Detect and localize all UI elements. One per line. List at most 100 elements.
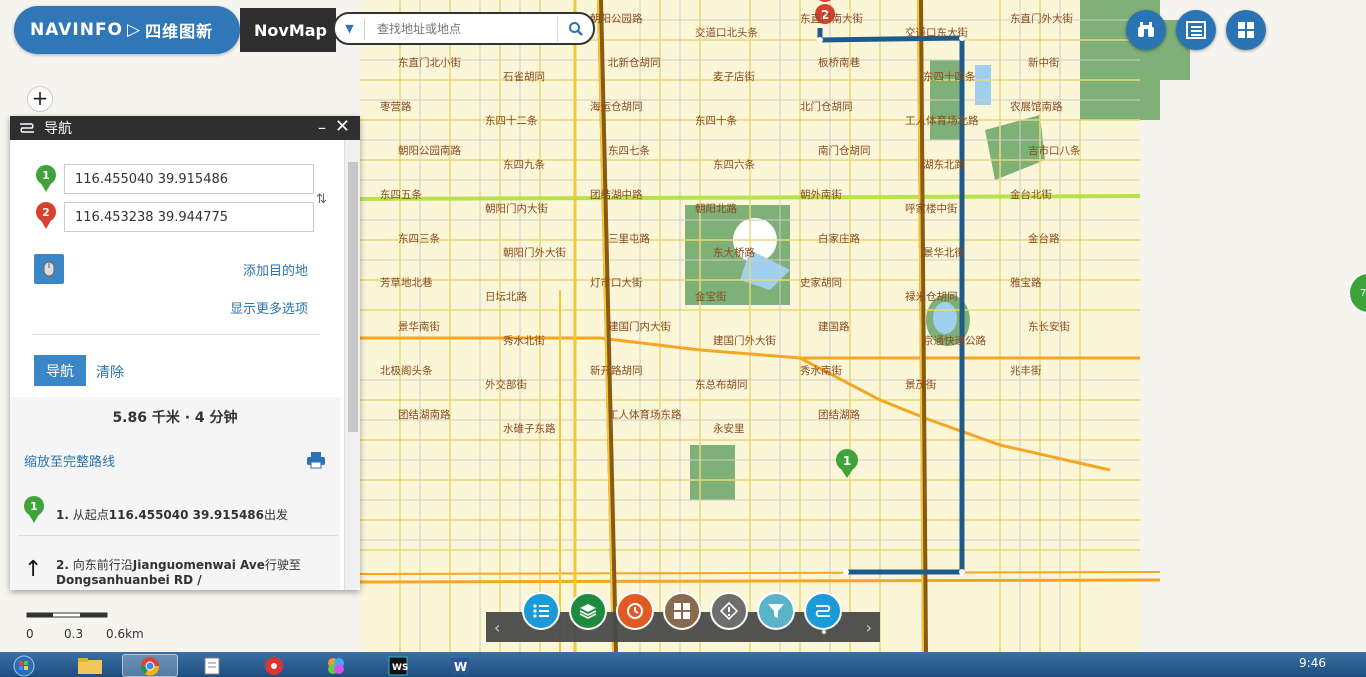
route-tool-button[interactable] (804, 592, 842, 630)
more-options-link[interactable]: 显示更多选项 (230, 298, 308, 317)
street-label: 金台北街 (1010, 188, 1052, 201)
clear-button[interactable]: 清除 (96, 362, 124, 382)
street-label: 金宝街 (695, 290, 727, 303)
street-label: 北门仓胡同 (800, 100, 853, 113)
editor-task[interactable] (184, 654, 240, 677)
explorer-task[interactable] (62, 654, 118, 677)
street-label: 朝阳北路 (695, 202, 737, 215)
route-step[interactable]: 1. 从起点116.455040 39.915486出发 (56, 506, 371, 523)
route-summary: 5.86 千米 · 4 分钟 (112, 410, 238, 426)
scale-label: 0 (26, 627, 34, 641)
street-label: 朝阳公园南路 (398, 144, 461, 157)
toolbar-next-icon[interactable]: › (866, 618, 872, 637)
search-icon (568, 21, 583, 36)
grid-icon (1238, 22, 1254, 38)
divider (32, 334, 320, 335)
grid-button[interactable] (1226, 10, 1266, 50)
scale-graphic (26, 612, 108, 618)
zoom-full-route-link[interactable]: 缩放至完整路线 (24, 451, 115, 470)
scroll-thumb[interactable] (348, 162, 358, 432)
history-tool-button[interactable] (616, 592, 654, 630)
street-label: 景华南街 (398, 320, 440, 333)
street-label: 湖东北路 (923, 158, 965, 171)
step-number: 2. (56, 558, 69, 572)
chrome-task[interactable] (122, 654, 178, 677)
scale-label: 0.6km (106, 627, 144, 641)
search-input[interactable] (365, 16, 557, 41)
step-coord: 116.455040 39.915486 (108, 508, 265, 522)
svg-text:WS: WS (392, 663, 408, 673)
street-label: 景华北街 (923, 246, 965, 259)
street-label: 水碓子东路 (503, 422, 556, 435)
layers-tool-button[interactable] (569, 592, 607, 630)
flower-icon (328, 657, 344, 674)
red-pin-icon: 2 (36, 202, 56, 229)
clock: 9:46 (1299, 656, 1326, 670)
street-label: 朝阳门外大街 (503, 246, 566, 259)
street-label: 新中街 (1028, 56, 1060, 69)
svg-text:1: 1 (30, 500, 38, 513)
layers-icon (579, 604, 597, 619)
scale-bar: 0 0.3 0.6km (26, 608, 166, 641)
windows-taskbar: WS W 9:46 (0, 652, 1366, 677)
page-dot (822, 630, 826, 634)
navigate-button[interactable]: 导航 (34, 355, 86, 386)
start-button[interactable] (4, 654, 44, 677)
street-label: 北极阁头条 (380, 364, 433, 377)
navinfo-logo: NAVINFO ▷ 四维图新 (14, 6, 240, 54)
street-label: 工人体育场东路 (608, 408, 682, 421)
street-label: 交道口北头条 (695, 26, 758, 39)
list-tool-button[interactable] (522, 592, 560, 630)
calc-tool-button[interactable] (663, 592, 701, 630)
search-button[interactable] (557, 15, 593, 42)
street-label: 东四十条 (695, 114, 737, 127)
route-step[interactable]: 2. 向东前行沿Jianguomenwai Ave行驶至 Dongsanhuan… (56, 556, 326, 587)
step-road: Dongsanhuanbei RD / (56, 573, 202, 587)
brand-en: NAVINFO (30, 20, 124, 40)
street-label: 景茂街 (905, 378, 937, 391)
swap-icon[interactable]: ⇅ (316, 192, 327, 207)
filter-tool-button[interactable] (757, 592, 795, 630)
report-tool-button[interactable] (710, 592, 748, 630)
list-icon (1186, 21, 1206, 39)
street-label: 雅宝路 (1010, 276, 1042, 289)
search-dropdown-icon[interactable]: ▼ (335, 17, 365, 40)
start-coord-input[interactable]: 116.455040 39.915486 (64, 164, 314, 194)
street-label: 东四六条 (713, 158, 755, 171)
calc-icon (674, 603, 690, 619)
end-coord-input[interactable]: 116.453238 39.944775 (64, 202, 314, 232)
list-button[interactable] (1176, 10, 1216, 50)
street-label: 交道口东大街 (905, 26, 968, 39)
street-label: 芳草地北巷 (380, 276, 433, 289)
webstorm-task[interactable]: WS (370, 654, 426, 677)
binoculars-icon (1138, 22, 1154, 37)
toolbar-prev-icon[interactable]: ‹ (494, 618, 500, 637)
nav-panel-titlebar: 导航 – ✕ (10, 116, 360, 140)
pick-on-map-button[interactable] (34, 254, 64, 284)
word-icon: W (451, 657, 469, 674)
close-icon[interactable]: ✕ (335, 116, 350, 137)
panel-scrollbar[interactable] (344, 140, 360, 590)
street-label: 枣营路 (380, 100, 412, 113)
print-icon[interactable] (306, 451, 326, 473)
street-label: 海运仓胡同 (590, 100, 643, 113)
word-task[interactable]: W (432, 654, 488, 677)
street-label: 团结湖南路 (398, 408, 451, 421)
street-label: 兆丰街 (1010, 364, 1042, 377)
street-label: 东四五条 (380, 188, 422, 201)
zoom-in-button[interactable]: + (27, 86, 53, 112)
search-bar[interactable]: ▼ (333, 12, 595, 45)
street-label: 工人体育场北路 (905, 114, 979, 127)
app-task[interactable] (308, 654, 364, 677)
street-label: 朝阳门内大街 (485, 202, 548, 215)
music-task[interactable] (246, 654, 302, 677)
street-label: 东大桥路 (713, 246, 755, 259)
mouse-icon (43, 261, 55, 277)
binoculars-button[interactable] (1126, 10, 1166, 50)
windows-start-icon (13, 655, 35, 676)
street-label: 东直门外大街 (1010, 12, 1073, 25)
street-label: 北新仓胡同 (608, 56, 661, 69)
minimize-icon[interactable]: – (318, 118, 326, 137)
street-label: 建国门内大街 (608, 320, 671, 333)
add-destination-link[interactable]: 添加目的地 (243, 260, 308, 279)
